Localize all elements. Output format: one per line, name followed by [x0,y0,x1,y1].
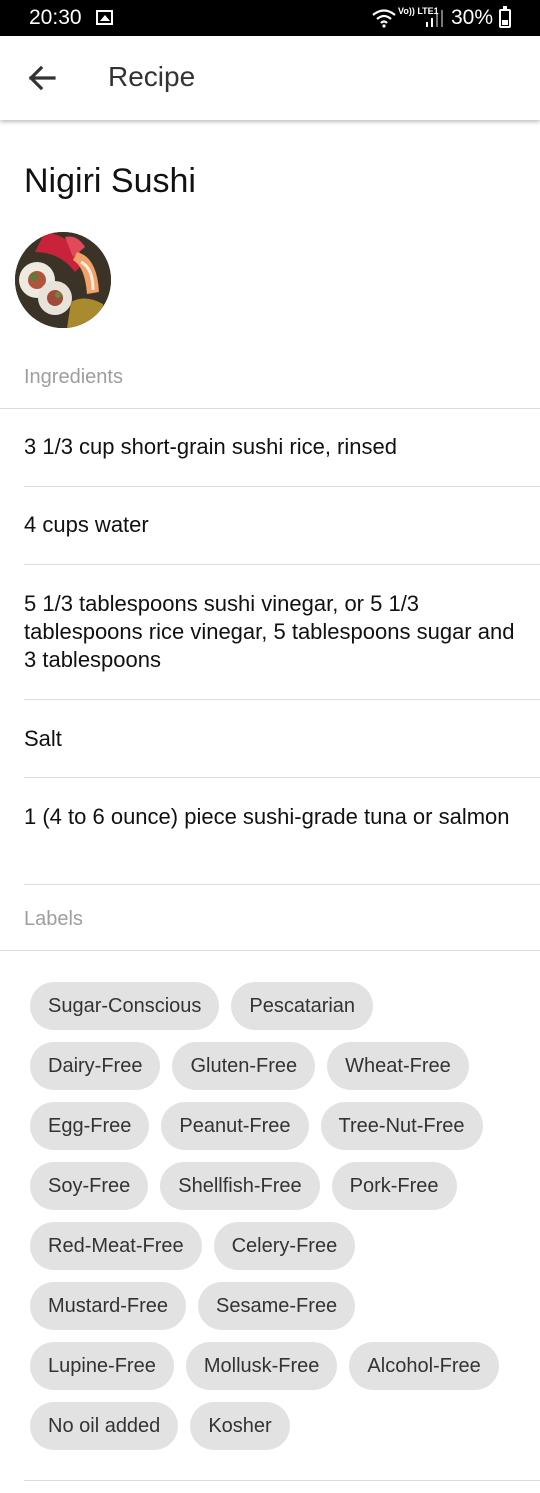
app-bar: Recipe [0,36,540,120]
sushi-photo [15,232,111,328]
label-chip[interactable]: Sesame-Free [198,1282,356,1330]
app-bar-title: Recipe [108,61,196,92]
label-chip[interactable]: Shellfish-Free [160,1162,320,1210]
ingredients-header: Ingredients [24,366,123,388]
label-chip[interactable]: Celery-Free [213,1222,356,1270]
gallery-notification-icon [96,10,113,25]
chip-row: Dairy-Free Gluten-Free Wheat-Free [30,1042,530,1090]
label-chip[interactable]: Red-Meat-Free [30,1222,202,1270]
signal-icon [426,10,443,27]
battery-percent: 30% [451,6,494,29]
divider [24,564,540,565]
ingredient-item: Salt [24,726,62,751]
label-chip[interactable]: Mustard-Free [30,1282,187,1330]
divider [24,1480,540,1481]
label-chip[interactable]: Mollusk-Free [185,1342,338,1390]
divider [24,486,540,487]
labels-header: Labels [24,908,83,930]
chip-row: Lupine-Free Mollusk-Free Alcohol-Free [30,1342,530,1390]
label-chip[interactable]: Wheat-Free [327,1042,469,1090]
recipe-image [15,232,111,328]
chip-row: No oil added Kosher [30,1402,530,1450]
divider [24,777,540,778]
ingredient-item: 3 1/3 cup short-grain sushi rice, rinsed [24,434,397,459]
label-chip[interactable]: Lupine-Free [30,1342,174,1390]
label-chip[interactable]: Kosher [190,1402,290,1450]
chip-row: Mustard-Free Sesame-Free [30,1282,530,1330]
wifi-icon [372,9,396,28]
divider [0,950,540,951]
ingredient-item: 5 1/3 tablespoons sushi vinegar, or 5 1/… [24,591,515,672]
label-chip[interactable]: Peanut-Free [161,1102,309,1150]
status-bar: 20:30 Vo)) LTE1 30% [0,0,540,36]
recipe-title: Nigiri Sushi [24,162,196,200]
divider [0,408,540,409]
label-chip[interactable]: Sugar-Conscious [30,982,220,1030]
divider [24,884,540,885]
status-time: 20:30 [29,6,82,29]
chip-row: Sugar-Conscious Pescatarian [30,982,530,1030]
label-chip[interactable]: Egg-Free [30,1102,150,1150]
label-chips: Sugar-Conscious Pescatarian Dairy-Free Glu… [30,982,530,1462]
label-chip[interactable]: Gluten-Free [172,1042,316,1090]
label-chip[interactable]: No oil added [30,1402,179,1450]
ingredient-item: 4 cups water [24,512,149,537]
label-chip[interactable]: Tree-Nut-Free [320,1102,483,1150]
back-arrow-icon[interactable] [24,60,60,96]
divider [24,699,540,700]
label-chip[interactable]: Soy-Free [30,1162,149,1210]
battery-icon [499,6,511,28]
label-chip[interactable]: Dairy-Free [30,1042,161,1090]
chip-row: Egg-Free Peanut-Free Tree-Nut-Free [30,1102,530,1150]
chip-row: Soy-Free Shellfish-Free Pork-Free [30,1162,530,1210]
ingredient-item: 1 (4 to 6 ounce) piece sushi-grade tuna … [24,804,510,829]
label-chip[interactable]: Pork-Free [331,1162,457,1210]
label-chip[interactable]: Alcohol-Free [349,1342,499,1390]
chip-row: Red-Meat-Free Celery-Free [30,1222,530,1270]
label-chip[interactable]: Pescatarian [231,982,374,1030]
